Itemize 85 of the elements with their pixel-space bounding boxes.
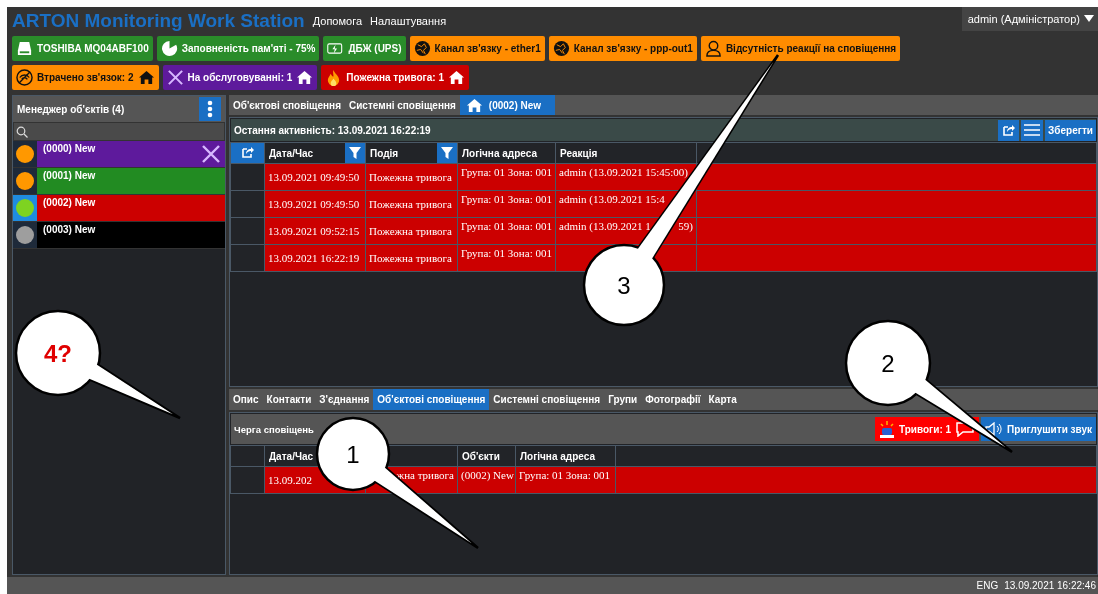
tab[interactable]: Системні сповіщення: [345, 95, 460, 115]
search-icon: [16, 125, 28, 138]
kebab-icon: [207, 100, 213, 118]
filter-icon[interactable]: [345, 143, 365, 163]
table-cell: admin (13.09.2021 1: [559, 220, 651, 232]
object-row[interactable]: (0000) New: [13, 141, 225, 168]
table-cell: Пожежна тривога: [365, 244, 458, 272]
speaker-icon: [985, 422, 1004, 436]
menu-item[interactable]: Допомога: [312, 14, 363, 27]
table-cell: 13.09.2021 09:52:15: [264, 217, 366, 245]
object-name: (0001) New: [43, 170, 96, 181]
tab[interactable]: Карта: [704, 389, 741, 410]
column-header: Логічна адреса: [515, 445, 616, 467]
alarms-button[interactable]: Тривоги: 1: [875, 417, 980, 441]
panel-title: Менеджер об'єктів (4): [17, 103, 125, 115]
battery-bolt-icon: [327, 40, 345, 57]
status-badge[interactable]: Втрачено зв'язок: 2: [12, 65, 159, 90]
globe-icon: [552, 40, 570, 57]
status-badge[interactable]: Заповненість пам'яті - 75%: [156, 36, 320, 61]
table-cell: Пожежна тривога: [365, 217, 458, 245]
callout-bubble: 4?: [14, 309, 182, 420]
no-signal-icon: [16, 69, 33, 86]
tab[interactable]: (0002) New: [459, 95, 556, 115]
table-cell: Група: 01 Зона: 001: [515, 466, 616, 494]
clock-text: 13.09.2021 16:22:46: [1004, 580, 1096, 591]
table-cell: 13.09.2021 16:22:19: [264, 244, 366, 272]
status-badge[interactable]: TOSHIBA MQ04ABF100: [12, 36, 153, 61]
tab[interactable]: Фотографії: [641, 389, 705, 410]
status-badge[interactable]: Канал зв'язку - ether1: [409, 36, 545, 61]
column-header: Дата/Час: [269, 147, 314, 159]
tab[interactable]: Об'єктові сповіщення: [373, 389, 490, 410]
object-row[interactable]: (0001) New: [13, 168, 225, 195]
export-icon[interactable]: [240, 145, 255, 159]
status-badge[interactable]: Пожежна тривога: 1: [321, 65, 469, 90]
tab[interactable]: Системні сповіщення: [489, 389, 605, 410]
more-options-button[interactable]: [199, 97, 221, 121]
globe-icon: [413, 40, 431, 57]
table-cell: Група: 01 Зона: 001: [457, 190, 556, 218]
status-badge[interactable]: ДБЖ (UPS): [323, 36, 406, 61]
tab[interactable]: Об'єктові сповіщення: [229, 95, 345, 115]
app-title: ARTON Monitoring Work Station: [12, 9, 305, 32]
search-field[interactable]: [13, 122, 225, 141]
last-activity-text: Остання активність: 13.09.2021 16:22:19: [234, 124, 431, 136]
menu-item[interactable]: Налаштування: [370, 14, 447, 27]
house-icon: [296, 69, 314, 86]
column-header: Реакція: [555, 142, 697, 164]
drive-icon: [16, 40, 33, 57]
pie-chart-icon: [160, 40, 178, 57]
tab[interactable]: З'єднання: [315, 389, 374, 410]
object-name: (0002) New: [43, 197, 96, 208]
object-row[interactable]: (0003) New: [13, 222, 225, 249]
column-header: Об'єкти: [457, 445, 516, 467]
table-cell: Група: 01 Зона: 001: [457, 244, 556, 272]
table-cell: Група: 01 Зона: 001: [457, 163, 556, 191]
table-cell: Група: 01 Зона: 001: [457, 217, 556, 245]
filter-icon[interactable]: [437, 143, 457, 163]
object-name: (0003) New: [43, 224, 96, 235]
tab[interactable]: Контакти: [262, 389, 316, 410]
table-cell: Пожежна тривога: [365, 163, 458, 191]
house-icon: [137, 69, 155, 86]
object-name: (0000) New: [43, 143, 96, 154]
table-cell: 13.09.2021 09:49:50: [264, 163, 366, 191]
tab[interactable]: Групи: [604, 389, 642, 410]
language-indicator: ENG: [976, 580, 999, 591]
object-row[interactable]: (0002) New: [13, 195, 225, 222]
status-badge[interactable]: На обслуговуванні: 1: [162, 65, 318, 90]
mute-sound-button[interactable]: Приглушити звук: [981, 417, 1096, 441]
table-cell: Пожежна тривога: [365, 190, 458, 218]
tab[interactable]: Опис: [229, 389, 263, 410]
column-header: Подія: [370, 147, 399, 159]
table-cell: admin (13.09.2021 15:45:00): [559, 166, 688, 178]
queue-title: Черга сповіщень: [234, 423, 314, 435]
siren-icon: [879, 420, 895, 438]
house-icon: [448, 69, 465, 86]
table-cell: admin (13.09.2021 15:4: [559, 193, 665, 205]
status-badge[interactable]: Відсутність реакції на сповіщення: [700, 36, 901, 61]
user-menu[interactable]: admin (Адміністратор): [961, 7, 1098, 31]
table-cell: 59): [678, 220, 693, 232]
save-button[interactable]: Зберегти: [1045, 119, 1096, 141]
status-badge[interactable]: Канал зв'язку - ppp-out1: [548, 36, 697, 61]
column-header: Логічна адреса: [457, 142, 556, 164]
person-icon: [704, 40, 722, 57]
table-cell: 13.09.2021 09:49:50: [264, 190, 366, 218]
menu-button[interactable]: [1021, 119, 1044, 141]
dropdown-caret-icon: [1084, 15, 1094, 23]
